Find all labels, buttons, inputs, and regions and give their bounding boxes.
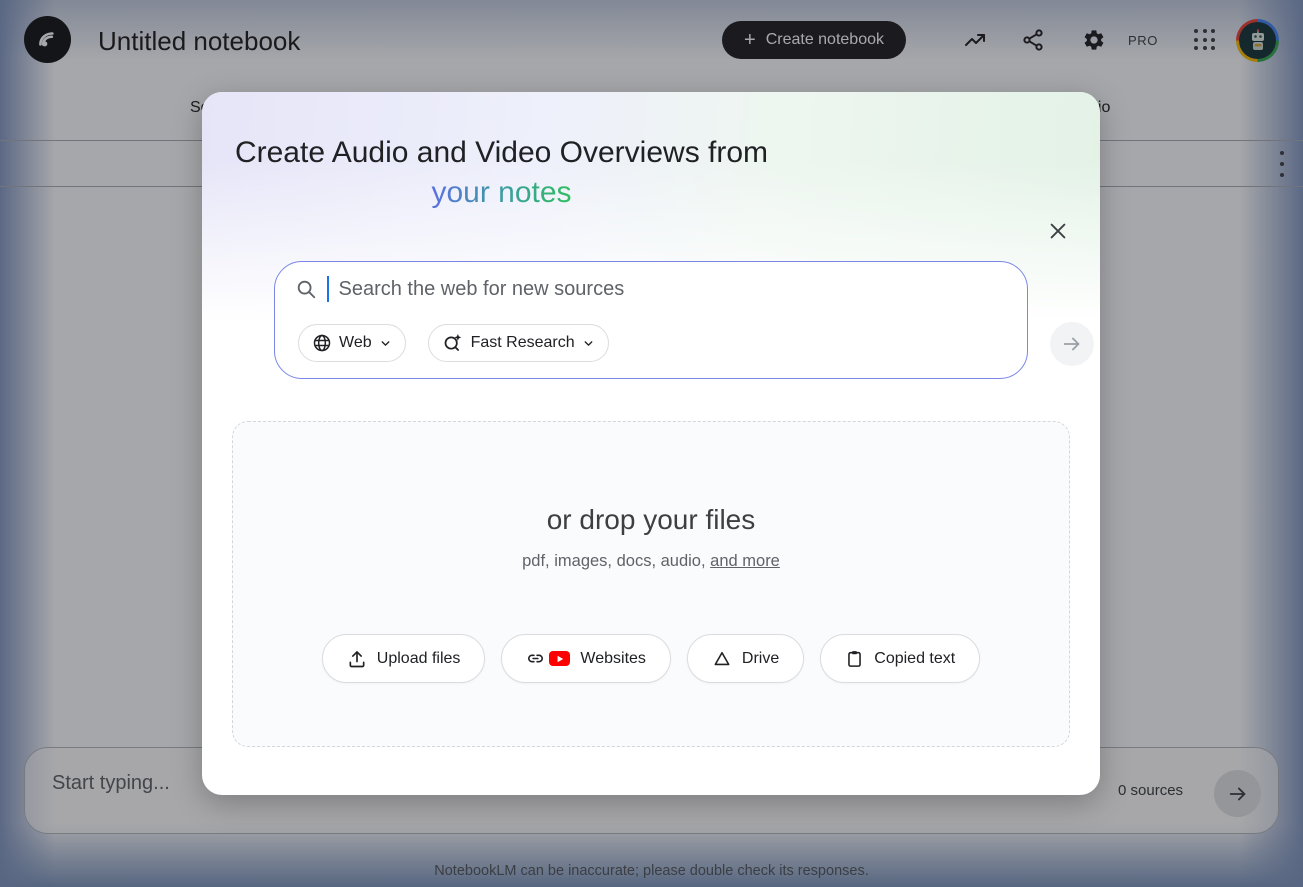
copied-text-button[interactable]: Copied text bbox=[820, 634, 980, 683]
link-youtube-icon bbox=[526, 649, 570, 668]
create-sources-modal: Create Audio and Video Overviews from yo… bbox=[202, 92, 1100, 795]
search-submit-button[interactable] bbox=[1050, 322, 1094, 366]
clipboard-icon bbox=[845, 649, 864, 669]
text-cursor bbox=[327, 276, 329, 302]
source-buttons-row: Upload files Websites bbox=[233, 634, 1069, 683]
close-icon[interactable] bbox=[1040, 213, 1076, 249]
research-mode-dropdown[interactable]: Fast Research bbox=[428, 324, 609, 362]
upload-files-button[interactable]: Upload files bbox=[322, 634, 486, 683]
file-types-text: pdf, images, docs, audio, bbox=[522, 552, 710, 570]
youtube-icon bbox=[549, 651, 570, 666]
file-drop-zone[interactable]: or drop your files pdf, images, docs, au… bbox=[232, 421, 1070, 747]
chevron-down-icon bbox=[582, 337, 595, 350]
websites-button[interactable]: Websites bbox=[501, 634, 671, 683]
web-scope-label: Web bbox=[339, 334, 372, 352]
copied-text-label: Copied text bbox=[874, 650, 955, 668]
modal-title: Create Audio and Video Overviews from yo… bbox=[229, 133, 774, 213]
research-mode-label: Fast Research bbox=[471, 334, 575, 352]
notebooklm-app: Untitled notebook + Create notebook bbox=[0, 0, 1303, 887]
drive-icon bbox=[712, 649, 732, 669]
drop-zone-heading: or drop your files bbox=[233, 504, 1069, 536]
upload-files-label: Upload files bbox=[377, 650, 461, 668]
upload-icon bbox=[347, 649, 367, 669]
chevron-down-icon bbox=[379, 337, 392, 350]
web-search-card: Web Fast Researc bbox=[274, 261, 1028, 379]
globe-icon bbox=[312, 333, 332, 353]
modal-title-line2: your notes bbox=[431, 176, 571, 209]
and-more-link[interactable]: and more bbox=[710, 552, 780, 570]
websites-label: Websites bbox=[580, 650, 646, 668]
fast-research-icon bbox=[442, 332, 464, 354]
drive-label: Drive bbox=[742, 650, 779, 668]
drive-button[interactable]: Drive bbox=[687, 634, 804, 683]
search-icon bbox=[295, 278, 317, 300]
modal-title-line1: Create Audio and Video Overviews from bbox=[235, 136, 768, 169]
web-scope-dropdown[interactable]: Web bbox=[298, 324, 406, 362]
drop-zone-subtext: pdf, images, docs, audio, and more bbox=[233, 552, 1069, 571]
web-search-input[interactable] bbox=[339, 278, 879, 301]
